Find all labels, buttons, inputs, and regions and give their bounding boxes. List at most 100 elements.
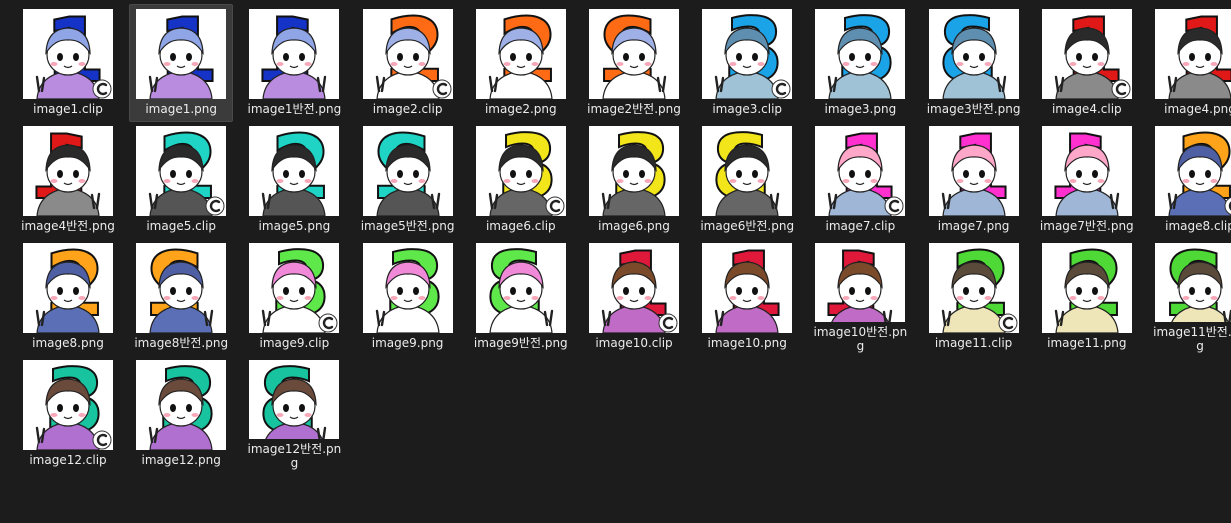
file-name-label: image7.clip xyxy=(825,219,896,233)
file-item[interactable]: 2 image5반전.png xyxy=(356,121,460,237)
file-item[interactable]: 1 image1.clip xyxy=(16,4,120,120)
file-item[interactable]: 3 image12반전.png xyxy=(242,355,346,471)
file-item[interactable]: 1 image4.png xyxy=(1148,4,1231,120)
file-item[interactable]: 3 image9.clip xyxy=(242,238,346,354)
file-thumbnail[interactable]: 2 xyxy=(1155,243,1231,322)
file-thumbnail[interactable]: 2 xyxy=(589,9,679,99)
file-name-label: image10.clip xyxy=(595,336,673,350)
file-thumbnail[interactable]: 1 xyxy=(23,9,113,99)
file-item[interactable]: 1 image10.clip xyxy=(582,238,686,354)
file-thumbnail[interactable]: 2 xyxy=(475,9,566,99)
file-item[interactable]: 2 image8반전.png xyxy=(129,238,233,354)
file-thumbnail[interactable]: 1 xyxy=(928,126,1019,216)
file-item[interactable]: 1 image4반전.png xyxy=(16,121,120,237)
file-thumbnail[interactable]: 1 xyxy=(136,9,227,99)
file-item[interactable]: 3 image9반전.png xyxy=(469,238,573,354)
file-thumbnail[interactable]: 3 xyxy=(928,9,1019,99)
file-item[interactable]: 1 image7반전.png xyxy=(1035,121,1139,237)
clip-studio-badge-icon xyxy=(998,313,1018,333)
file-thumbnail[interactable]: 3 xyxy=(249,243,340,333)
file-item[interactable]: 1 image7.clip xyxy=(808,121,912,237)
file-thumbnail[interactable]: 1 xyxy=(589,243,679,333)
file-item[interactable]: 2 image11반전.png xyxy=(1148,238,1231,354)
sticker-thumbnail-art: 3 xyxy=(714,9,791,99)
file-thumbnail[interactable]: 3 xyxy=(702,126,793,216)
file-name-label: image5.png xyxy=(258,219,331,233)
file-thumbnail[interactable]: 3 xyxy=(815,9,906,99)
file-item[interactable]: 2 image11.clip xyxy=(922,238,1026,354)
file-item[interactable]: 1 image10반전.png xyxy=(808,238,912,354)
file-item[interactable]: 2 image5.png xyxy=(242,121,346,237)
sticker-thumbnail-art: 2 xyxy=(595,9,667,99)
file-thumbnail[interactable]: 1 xyxy=(1041,9,1132,99)
file-name-label: image3.clip xyxy=(712,102,783,116)
file-item[interactable]: 2 image8.clip xyxy=(1148,121,1231,237)
file-thumbnail[interactable]: 1 xyxy=(1041,126,1132,216)
file-name-label: image1.clip xyxy=(33,102,103,116)
file-item[interactable]: 3 image6.png xyxy=(582,121,686,237)
sticker-thumbnail-art: 3 xyxy=(482,243,553,333)
file-thumbnail[interactable]: 1 xyxy=(815,243,906,322)
file-item[interactable]: 1 image1반전.png xyxy=(242,4,346,120)
file-thumbnail[interactable]: 1 xyxy=(702,243,793,333)
file-thumbnail[interactable]: 1 xyxy=(23,126,113,216)
file-item[interactable]: 2 image2.png xyxy=(469,4,573,120)
file-name-label: image6.clip xyxy=(485,219,556,233)
file-thumbnail[interactable]: 3 xyxy=(475,243,566,333)
file-item[interactable]: 3 image3.png xyxy=(808,4,912,120)
file-thumbnail[interactable]: 2 xyxy=(1041,243,1132,333)
file-name-label: image8.png xyxy=(32,336,104,350)
file-thumbnail[interactable]: 3 xyxy=(362,243,453,333)
file-thumbnail[interactable]: 1 xyxy=(1155,9,1231,99)
sticker-thumbnail-art: 3 xyxy=(935,9,1006,99)
sticker-thumbnail-art: 1 xyxy=(29,126,101,216)
file-item[interactable]: 1 image1.png xyxy=(129,4,234,122)
file-item[interactable]: 2 image8.png xyxy=(16,238,120,354)
file-thumbnail[interactable]: 2 xyxy=(362,126,453,216)
file-name-label: image11.png xyxy=(1047,336,1127,350)
file-thumbnail[interactable]: 1 xyxy=(815,126,906,216)
file-item[interactable]: 1 image7.png xyxy=(922,121,1026,237)
sticker-thumbnail-art: 2 xyxy=(369,126,440,216)
file-item[interactable]: 3 image12.png xyxy=(129,355,233,471)
file-thumbnail[interactable]: 1 xyxy=(249,9,340,99)
file-thumbnail[interactable]: 2 xyxy=(136,243,227,333)
file-item[interactable]: 2 image2.clip xyxy=(356,4,460,120)
file-name-label: image10.png xyxy=(707,336,787,350)
file-item[interactable]: 3 image12.clip xyxy=(16,355,120,471)
file-name-label: image5반전.png xyxy=(360,219,455,233)
file-thumbnail[interactable]: 2 xyxy=(136,126,227,216)
file-thumbnail[interactable]: 3 xyxy=(702,9,793,99)
file-thumbnail[interactable]: 3 xyxy=(475,126,566,216)
file-name-label: image12반전.png xyxy=(247,442,342,470)
file-item[interactable]: 3 image3반전.png xyxy=(922,4,1026,120)
file-thumbnail[interactable]: 2 xyxy=(928,243,1019,333)
sticker-thumbnail-art: 3 xyxy=(709,126,780,216)
file-item[interactable]: 2 image2반전.png xyxy=(582,4,686,120)
file-item[interactable]: 2 image11.png xyxy=(1035,238,1139,354)
sticker-thumbnail-art: 3 xyxy=(256,360,327,439)
file-thumbnail[interactable]: 3 xyxy=(23,360,113,450)
sticker-thumbnail-art: 1 xyxy=(714,243,786,333)
file-item[interactable]: 3 image6.clip xyxy=(469,121,573,237)
file-item[interactable]: 1 image10.png xyxy=(695,238,799,354)
clip-studio-badge-icon xyxy=(545,196,565,216)
file-thumbnail[interactable]: 2 xyxy=(1155,126,1231,216)
file-thumbnail[interactable]: 2 xyxy=(249,126,340,216)
file-item[interactable]: 3 image6반전.png xyxy=(695,121,799,237)
file-thumbnail[interactable]: 3 xyxy=(249,360,340,439)
file-thumbnail[interactable]: 2 xyxy=(362,9,453,99)
file-thumbnail[interactable]: 3 xyxy=(589,126,679,216)
file-item[interactable]: 3 image3.clip xyxy=(695,4,799,120)
file-item[interactable]: 3 image9.png xyxy=(356,238,460,354)
file-thumbnail[interactable]: 3 xyxy=(136,360,227,450)
sticker-thumbnail-art: 3 xyxy=(375,243,446,333)
file-name-label: image2반전.png xyxy=(587,102,681,116)
file-item[interactable]: 2 image5.clip xyxy=(129,121,233,237)
clip-studio-badge-icon xyxy=(1111,79,1131,99)
file-item[interactable]: 1 image4.clip xyxy=(1035,4,1139,120)
clip-studio-badge-icon xyxy=(318,313,338,333)
file-thumbnail[interactable]: 2 xyxy=(23,243,113,333)
file-name-label: image7반전.png xyxy=(1039,219,1134,233)
sticker-thumbnail-art: 3 xyxy=(601,126,673,216)
